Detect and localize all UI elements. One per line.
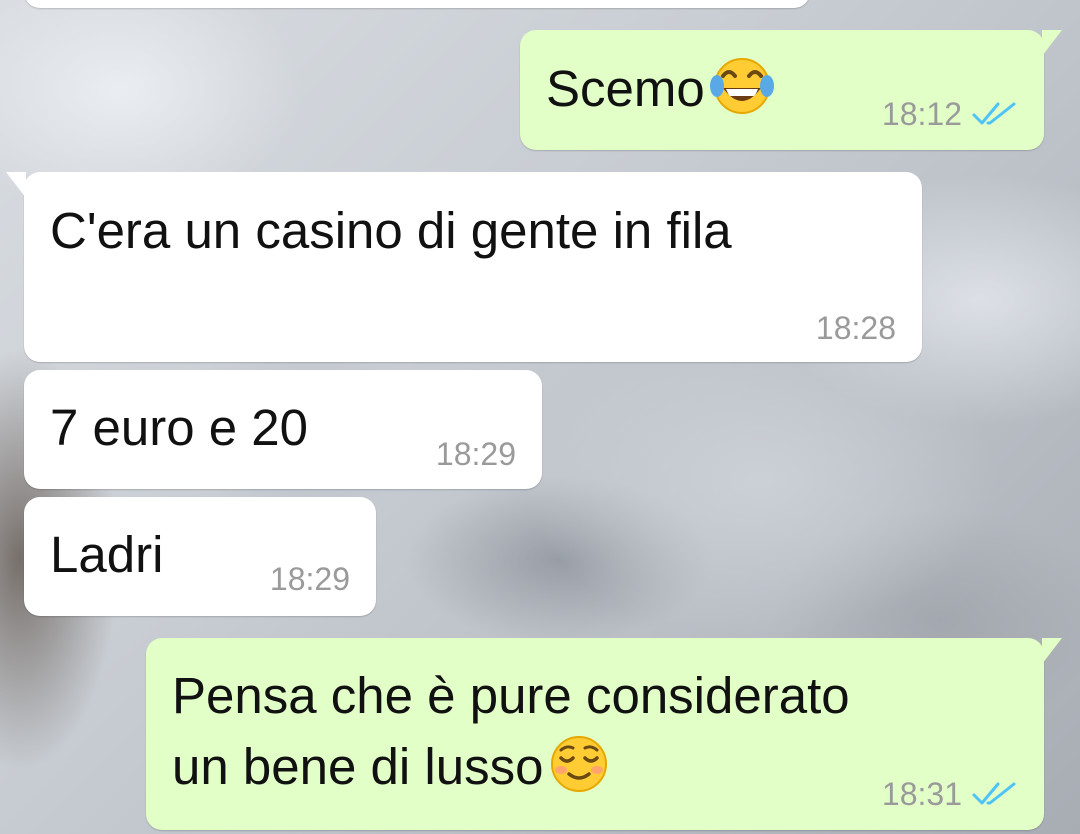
message-meta: 18:28 <box>816 310 896 346</box>
message-time: 18:12 <box>881 96 962 132</box>
message-time: 18:29 <box>435 436 516 472</box>
smiling-face-icon <box>547 734 611 809</box>
bubble-tail <box>1042 638 1062 664</box>
message-meta: 18:29 <box>270 561 350 597</box>
double-check-read-icon <box>972 102 1016 125</box>
message-text-line: un bene di lusso <box>172 734 611 809</box>
message-meta: 18:12 <box>882 96 1018 132</box>
message-time: 18:28 <box>815 310 896 346</box>
message-text: 7 euro e 20 <box>50 399 309 456</box>
message-meta: 18:29 <box>436 436 516 472</box>
message-time: 18:31 <box>881 776 962 812</box>
double-check-read-icon <box>972 782 1016 805</box>
bubble-tail <box>1042 30 1062 56</box>
message-bubble-incoming[interactable]: C'era un casino di gente in fila 18:28 <box>6 172 922 362</box>
previous-message-bubble[interactable] <box>24 0 810 8</box>
message-text: Scemo <box>546 56 775 131</box>
message-bubble-outgoing[interactable]: Pensa che è pure considerato un bene di … <box>146 638 1062 830</box>
bubble-tail <box>6 172 26 198</box>
message-bubble-incoming[interactable]: Ladri 18:29 <box>24 497 376 616</box>
message-text-line: Pensa che è pure considerato <box>172 667 850 724</box>
message-bubble-outgoing[interactable]: Scemo 18:12 <box>520 30 1062 150</box>
message-text: Ladri <box>50 526 164 583</box>
message-meta: 18:31 <box>882 776 1018 812</box>
message-text: C'era un casino di gente in fila <box>50 202 732 259</box>
message-time: 18:29 <box>269 561 350 597</box>
face-with-tears-of-joy-icon <box>709 56 775 131</box>
message-bubble-incoming[interactable]: 7 euro e 20 18:29 <box>24 370 542 489</box>
